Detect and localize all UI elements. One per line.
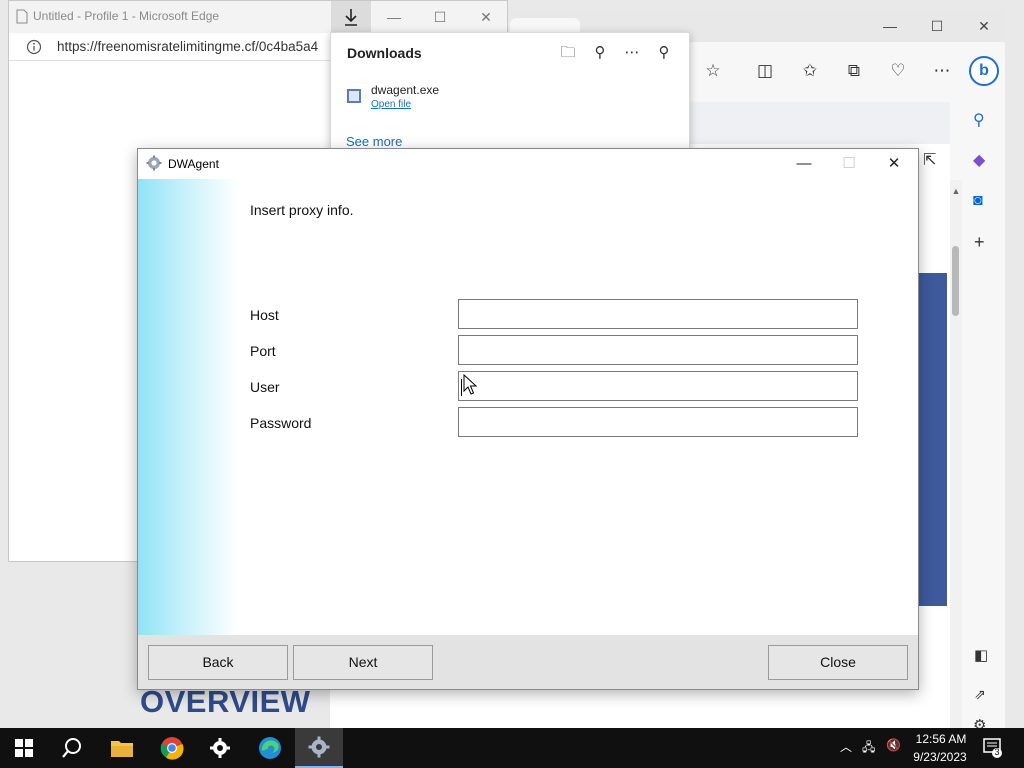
close-button[interactable]: ✕ [463,7,509,27]
dialog-side-banner [138,179,238,635]
search-icon [62,738,81,758]
file-explorer-button[interactable] [98,728,146,768]
browser-essentials-icon[interactable]: ♡ [887,60,909,82]
start-button[interactable] [0,728,48,768]
user-label: User [250,379,280,395]
open-folder-icon[interactable]: 🗀 [557,42,579,64]
minimize-button[interactable]: — [867,16,913,36]
downloads-title: Downloads [347,45,422,61]
windows-logo-icon [15,739,33,757]
port-label: Port [250,343,276,359]
dwagent-taskbar-button[interactable] [295,728,343,768]
settings-button[interactable] [196,728,244,768]
scroll-up-arrow-icon[interactable]: ▲ [950,186,962,196]
text-caret [461,379,462,396]
exe-file-icon [347,89,361,103]
downloads-button[interactable] [331,1,371,33]
taskbar: ︿ 🖧 🔇 12:56 AM 9/23/2023 3 [0,728,1024,768]
download-file-name[interactable]: dwagent.exe [371,83,439,97]
maximize-button[interactable]: ☐ [417,7,463,27]
minimize-button[interactable]: — [371,7,417,27]
url-text[interactable]: https://freenomisratelimitingme.cf/0c4ba… [57,39,318,54]
info-icon[interactable] [26,39,42,55]
open-file-link[interactable]: Open file [371,99,411,110]
more-options-icon[interactable]: ⋯ [621,42,643,64]
close-button[interactable]: ✕ [961,16,1007,36]
sidebar-toggle-icon[interactable]: ◧ [974,646,988,664]
minimize-button[interactable]: — [782,152,826,176]
folder-icon [111,741,133,757]
page-scrollbar-thumb[interactable] [952,246,959,316]
notifications-button[interactable]: 3 [982,736,1004,758]
more-options-icon[interactable]: ⋯ [931,60,953,82]
bing-copilot-icon[interactable]: b [969,56,999,86]
search-icon[interactable]: ⚲ [973,110,985,130]
dwagent-gear-icon [146,155,162,171]
password-label: Password [250,415,312,431]
edge-sidebar: ⚲ ◆ ◙ + ◧ ⇗ ⚙ [962,88,1005,734]
page-icon [16,9,28,24]
notification-count-badge: 3 [994,747,1000,757]
split-screen-icon[interactable]: ◫ [754,60,776,82]
chrome-button[interactable] [148,728,196,768]
dialog-title: DWAgent [168,157,219,171]
edge-button[interactable] [246,728,294,768]
close-dialog-button[interactable]: Close [768,645,908,680]
downloads-flyout: Downloads 🗀 ⚲ ⋯ ⚲ dwagent.exe Open file … [330,32,690,150]
clock-time[interactable]: 12:56 AM [912,732,970,746]
next-button[interactable]: Next [293,645,433,680]
port-input[interactable] [458,335,858,365]
search-icon[interactable]: ⚲ [589,42,611,64]
show-hidden-icons-chevron-icon[interactable]: ︿ [840,738,852,755]
maximize-button[interactable]: ☐ [914,16,960,36]
external-link-icon[interactable]: ⇗ [974,686,986,703]
password-input[interactable] [458,407,858,437]
back-button[interactable]: Back [148,645,288,680]
volume-muted-icon[interactable]: 🔇 [886,738,901,752]
search-button[interactable] [48,728,96,768]
settings-gear-icon [210,738,230,758]
favorite-star-icon[interactable]: ☆ [702,60,724,82]
see-more-link[interactable]: See more [346,134,402,149]
dwagent-gear-icon [308,736,330,758]
dwagent-dialog: DWAgent — ☐ ✕ Insert proxy info. Host Po… [137,148,919,690]
open-external-icon[interactable]: ⇱ [923,150,936,170]
window-title: Untitled - Profile 1 - Microsoft Edge [33,9,220,23]
add-icon[interactable]: + [974,232,985,253]
collections-icon[interactable]: ⧉ [843,60,865,82]
edge-icon [259,737,281,759]
pin-icon[interactable]: ⚲ [653,42,675,64]
network-icon[interactable]: 🖧 [862,738,875,759]
close-button[interactable]: ✕ [872,152,916,176]
mouse-pointer-icon [463,374,477,395]
outlook-icon[interactable]: ◙ [973,192,983,210]
host-label: Host [250,307,279,323]
clock-date[interactable]: 9/23/2023 [906,750,974,764]
favorites-icon[interactable]: ✩ [799,60,821,82]
user-input[interactable] [458,371,858,401]
maximize-button: ☐ [842,155,856,172]
host-input[interactable] [458,299,858,329]
dialog-heading: Insert proxy info. [250,202,354,218]
shopping-icon[interactable]: ◆ [973,150,985,170]
chrome-icon [160,737,184,760]
